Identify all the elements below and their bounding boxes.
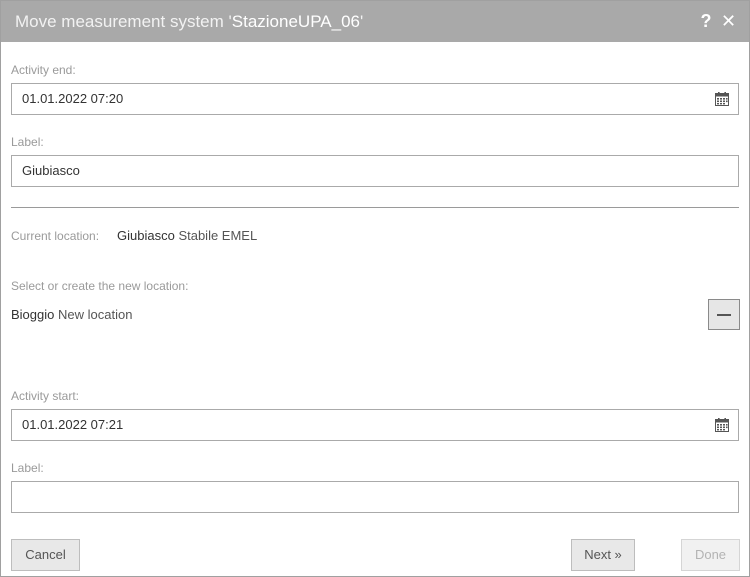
- activity-end-value: 01.01.2022 07:20: [22, 91, 124, 106]
- activity-end-input[interactable]: 01.01.2022 07:20: [11, 83, 739, 115]
- help-icon[interactable]: ?: [699, 11, 713, 31]
- current-location-detail: Stabile EMEL: [178, 228, 258, 243]
- move-measurement-dialog: Move measurement system 'StazioneUPA_06'…: [0, 0, 750, 577]
- start-label-caption: Label:: [11, 461, 44, 475]
- new-location-detail: New location: [58, 307, 133, 322]
- dialog-title: Move measurement system 'StazioneUPA_06': [15, 12, 363, 32]
- start-label-input[interactable]: [11, 481, 739, 513]
- calendar-icon[interactable]: [715, 418, 729, 432]
- end-label-caption: Label:: [11, 135, 44, 149]
- remove-location-button[interactable]: [708, 299, 740, 330]
- current-location-label: Current location:: [11, 229, 100, 243]
- cancel-button[interactable]: Cancel: [11, 539, 80, 571]
- done-button[interactable]: Done: [681, 539, 740, 571]
- new-location-value[interactable]: Bioggio New location: [11, 307, 132, 322]
- dialog-titlebar: Move measurement system 'StazioneUPA_06'…: [1, 1, 749, 42]
- calendar-icon[interactable]: [715, 92, 729, 106]
- next-button[interactable]: Next »: [571, 539, 635, 571]
- title-system-name: StazioneUPA_06: [231, 12, 360, 31]
- current-location-name: Giubiasco: [117, 228, 175, 243]
- close-icon[interactable]: ✕: [721, 11, 736, 31]
- section-divider: [11, 207, 739, 208]
- activity-end-label: Activity end:: [11, 63, 76, 77]
- title-suffix: ': [359, 12, 364, 31]
- end-label-input[interactable]: Giubiasco: [11, 155, 739, 187]
- minus-icon: [717, 314, 731, 316]
- current-location-value: Giubiasco Stabile EMEL: [117, 228, 257, 243]
- new-location-label: Select or create the new location:: [11, 279, 189, 293]
- title-prefix: Move measurement system ': [15, 12, 232, 31]
- end-label-value: Giubiasco: [22, 163, 80, 178]
- activity-start-input[interactable]: 01.01.2022 07:21: [11, 409, 739, 441]
- new-location-name: Bioggio: [11, 307, 55, 322]
- activity-start-value: 01.01.2022 07:21: [22, 417, 124, 432]
- activity-start-label: Activity start:: [11, 389, 80, 403]
